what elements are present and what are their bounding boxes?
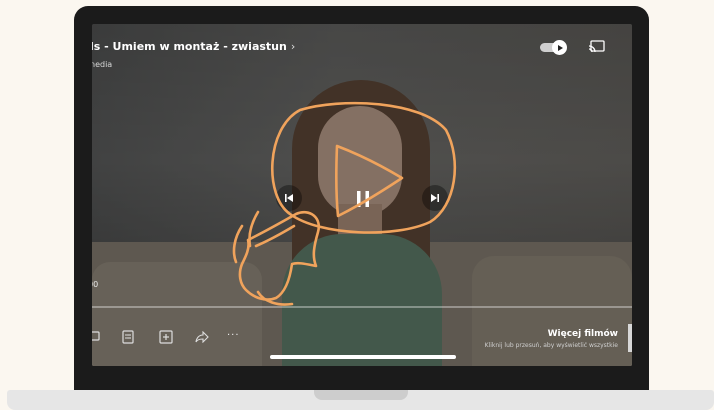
video-title-text: ls - Umiem w montaż - zwiastun <box>92 40 287 53</box>
share-icon[interactable] <box>194 329 210 345</box>
autoplay-play-icon <box>552 40 567 55</box>
comment-icon[interactable] <box>92 329 102 345</box>
time-label: 00 <box>92 280 99 289</box>
chevron-right-icon: › <box>290 40 296 53</box>
skip-previous-icon[interactable] <box>276 185 302 211</box>
cast-icon[interactable] <box>588 39 606 53</box>
more-videos-thumbnail[interactable] <box>628 324 632 352</box>
subtitles-icon[interactable] <box>120 329 136 345</box>
video-title[interactable]: ls - Umiem w montaż - zwiastun › <box>92 40 295 53</box>
playlist-add-icon[interactable] <box>158 329 174 345</box>
home-indicator <box>270 355 456 359</box>
pause-icon[interactable] <box>343 179 383 219</box>
skip-next-icon[interactable] <box>422 185 448 211</box>
more-videos-title[interactable]: Więcej filmów <box>548 329 618 339</box>
more-horizontal-icon[interactable]: ··· <box>227 330 240 341</box>
autoplay-toggle[interactable] <box>540 40 570 55</box>
more-videos-hint: Kliknij lub przesuń, aby wyświetlić wszy… <box>484 342 618 349</box>
laptop-base-notch <box>314 390 408 400</box>
channel-name[interactable]: nedia <box>92 60 112 69</box>
progress-bar[interactable] <box>92 306 632 308</box>
video-player[interactable]: ls - Umiem w montaż - zwiastun› nedia 00 <box>92 24 632 366</box>
